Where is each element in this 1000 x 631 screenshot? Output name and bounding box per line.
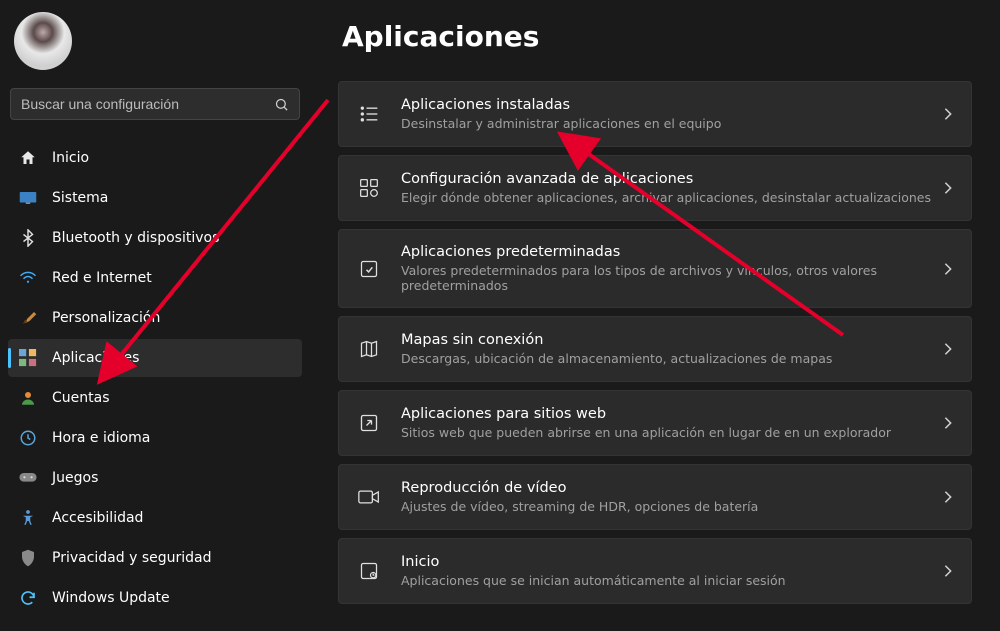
sidebar-item-label: Personalización — [52, 310, 160, 326]
shield-icon — [18, 548, 38, 568]
search-box[interactable] — [10, 88, 300, 120]
sidebar-item-label: Aplicaciones — [52, 350, 139, 366]
chevron-right-icon — [943, 416, 953, 430]
card-text: Reproducción de vídeo Ajustes de vídeo, … — [401, 480, 943, 514]
sidebar-item-label: Accesibilidad — [52, 510, 143, 526]
clock-icon — [18, 428, 38, 448]
card-desc: Valores predeterminados para los tipos d… — [401, 263, 943, 293]
update-icon — [18, 588, 38, 608]
card-title: Aplicaciones instaladas — [401, 97, 943, 113]
card-offline-maps[interactable]: Mapas sin conexión Descargas, ubicación … — [338, 316, 972, 382]
chevron-right-icon — [943, 262, 953, 276]
main-content: Aplicaciones Aplicaciones instaladas Des… — [310, 0, 1000, 631]
chevron-right-icon — [943, 181, 953, 195]
page-title: Aplicaciones — [342, 20, 972, 53]
card-text: Inicio Aplicaciones que se inician autom… — [401, 554, 943, 588]
chevron-right-icon — [943, 342, 953, 356]
avatar[interactable] — [14, 12, 72, 70]
card-desc: Descargas, ubicación de almacenamiento, … — [401, 351, 943, 366]
card-title: Aplicaciones predeterminadas — [401, 244, 943, 260]
card-desc: Elegir dónde obtener aplicaciones, archi… — [401, 190, 943, 205]
accessibility-icon — [18, 508, 38, 528]
sidebar-item-accesibilidad[interactable]: Accesibilidad — [8, 499, 302, 537]
card-video-playback[interactable]: Reproducción de vídeo Ajustes de vídeo, … — [338, 464, 972, 530]
card-title: Configuración avanzada de aplicaciones — [401, 171, 943, 187]
sidebar-item-label: Juegos — [52, 470, 98, 486]
card-desc: Aplicaciones que se inician automáticame… — [401, 573, 943, 588]
sidebar-item-label: Bluetooth y dispositivos — [52, 230, 219, 246]
card-desc: Ajustes de vídeo, streaming de HDR, opci… — [401, 499, 943, 514]
card-text: Aplicaciones predeterminadas Valores pre… — [401, 244, 943, 293]
list-icon — [357, 102, 381, 126]
wifi-icon — [18, 268, 38, 288]
sidebar: Inicio Sistema Bluetooth y dispositivos … — [0, 0, 310, 631]
account-icon — [18, 388, 38, 408]
card-title: Inicio — [401, 554, 943, 570]
card-title: Mapas sin conexión — [401, 332, 943, 348]
gamepad-icon — [18, 468, 38, 488]
chevron-right-icon — [943, 107, 953, 121]
card-desc: Desinstalar y administrar aplicaciones e… — [401, 116, 943, 131]
sidebar-item-personalizacion[interactable]: Personalización — [8, 299, 302, 337]
sidebar-item-bluetooth[interactable]: Bluetooth y dispositivos — [8, 219, 302, 257]
search-input[interactable] — [21, 96, 274, 112]
map-icon — [357, 337, 381, 361]
sidebar-item-inicio[interactable]: Inicio — [8, 139, 302, 177]
card-title: Reproducción de vídeo — [401, 480, 943, 496]
sidebar-item-label: Cuentas — [52, 390, 110, 406]
sidebar-item-aplicaciones[interactable]: Aplicaciones — [8, 339, 302, 377]
card-installed-apps[interactable]: Aplicaciones instaladas Desinstalar y ad… — [338, 81, 972, 147]
sidebar-item-label: Hora e idioma — [52, 430, 150, 446]
chevron-right-icon — [943, 564, 953, 578]
card-text: Mapas sin conexión Descargas, ubicación … — [401, 332, 943, 366]
card-text: Aplicaciones instaladas Desinstalar y ad… — [401, 97, 943, 131]
chevron-right-icon — [943, 490, 953, 504]
system-icon — [18, 188, 38, 208]
card-text: Aplicaciones para sitios web Sitios web … — [401, 406, 943, 440]
bluetooth-icon — [18, 228, 38, 248]
sidebar-item-privacidad[interactable]: Privacidad y seguridad — [8, 539, 302, 577]
settings-cards: Aplicaciones instaladas Desinstalar y ad… — [338, 81, 972, 608]
sidebar-item-label: Privacidad y seguridad — [52, 550, 212, 566]
video-icon — [357, 485, 381, 509]
sidebar-item-label: Sistema — [52, 190, 108, 206]
sidebar-item-juegos[interactable]: Juegos — [8, 459, 302, 497]
card-desc: Sitios web que pueden abrirse en una apl… — [401, 425, 943, 440]
sidebar-nav: Inicio Sistema Bluetooth y dispositivos … — [8, 138, 302, 618]
sidebar-item-cuentas[interactable]: Cuentas — [8, 379, 302, 417]
card-apps-for-websites[interactable]: Aplicaciones para sitios web Sitios web … — [338, 390, 972, 456]
startup-icon — [357, 559, 381, 583]
card-text: Configuración avanzada de aplicaciones E… — [401, 171, 943, 205]
sidebar-item-label: Inicio — [52, 150, 89, 166]
sidebar-item-windowsupdate[interactable]: Windows Update — [8, 579, 302, 617]
home-icon — [18, 148, 38, 168]
sidebar-item-label: Red e Internet — [52, 270, 152, 286]
default-apps-icon — [357, 257, 381, 281]
search-icon — [274, 97, 289, 112]
sidebar-item-hora[interactable]: Hora e idioma — [8, 419, 302, 457]
sidebar-item-sistema[interactable]: Sistema — [8, 179, 302, 217]
open-icon — [357, 411, 381, 435]
sidebar-item-label: Windows Update — [52, 590, 170, 606]
sidebar-item-red[interactable]: Red e Internet — [8, 259, 302, 297]
brush-icon — [18, 308, 38, 328]
card-startup[interactable]: Inicio Aplicaciones que se inician autom… — [338, 538, 972, 604]
apps-icon — [18, 348, 38, 368]
card-title: Aplicaciones para sitios web — [401, 406, 943, 422]
apps-settings-icon — [357, 176, 381, 200]
card-advanced-apps[interactable]: Configuración avanzada de aplicaciones E… — [338, 155, 972, 221]
card-default-apps[interactable]: Aplicaciones predeterminadas Valores pre… — [338, 229, 972, 308]
